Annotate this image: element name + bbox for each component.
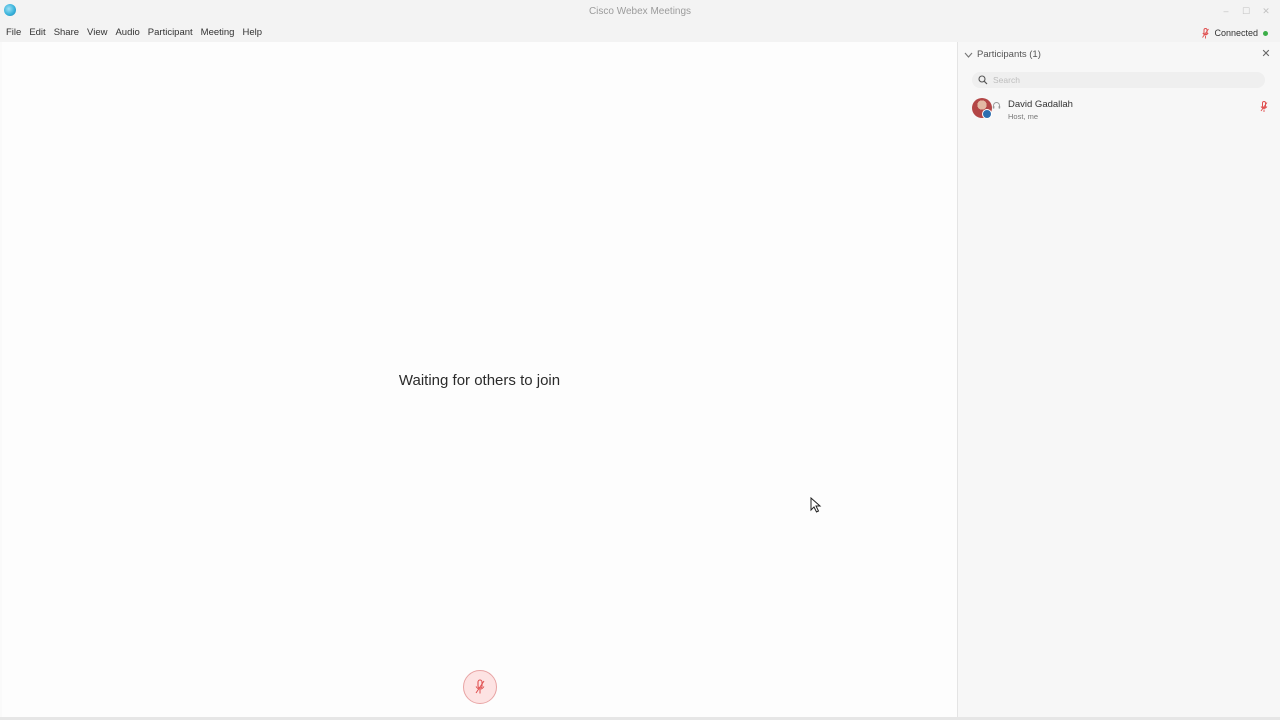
participant-role: Host, me bbox=[1008, 112, 1039, 121]
close-window-button[interactable]: ✕ bbox=[1258, 4, 1274, 18]
menu-file[interactable]: File bbox=[3, 24, 25, 42]
participant-search-box bbox=[972, 72, 1265, 88]
close-panel-button[interactable]: ✕ bbox=[1260, 48, 1272, 60]
microphone-muted-icon[interactable] bbox=[1260, 101, 1268, 113]
participant-search-input[interactable] bbox=[993, 73, 1253, 87]
microphone-muted-icon bbox=[475, 679, 485, 694]
window-controls: – ☐ ✕ bbox=[1218, 4, 1274, 18]
participants-panel-title: Participants (1) bbox=[977, 49, 1041, 60]
mouse-cursor-icon bbox=[810, 497, 822, 513]
participants-panel-header: Participants (1) ✕ bbox=[958, 42, 1280, 68]
title-bar: Cisco Webex Meetings – ☐ ✕ bbox=[0, 0, 1280, 24]
microphone-muted-icon bbox=[1202, 27, 1210, 38]
menu-edit[interactable]: Edit bbox=[25, 24, 49, 42]
menu-participant[interactable]: Participant bbox=[144, 24, 197, 42]
mute-button[interactable] bbox=[463, 670, 497, 704]
maximize-button[interactable]: ☐ bbox=[1238, 4, 1254, 18]
menu-share[interactable]: Share bbox=[50, 24, 83, 42]
menu-audio[interactable]: Audio bbox=[111, 24, 143, 42]
waiting-message: Waiting for others to join bbox=[398, 372, 561, 389]
webex-window: Cisco Webex Meetings – ☐ ✕ File Edit Sha… bbox=[0, 0, 1280, 720]
presenter-badge-icon bbox=[982, 109, 992, 119]
menu-bar: File Edit Share View Audio Participant M… bbox=[0, 24, 1280, 42]
meeting-stage: Waiting for others to join bbox=[2, 42, 957, 718]
connection-status[interactable]: Connected bbox=[1202, 24, 1268, 42]
search-icon bbox=[978, 75, 988, 85]
status-dot-icon bbox=[1263, 30, 1268, 36]
participant-name: David Gadallah bbox=[1008, 99, 1073, 110]
headset-icon bbox=[992, 102, 1001, 109]
minimize-button[interactable]: – bbox=[1218, 4, 1234, 18]
menu-help[interactable]: Help bbox=[238, 24, 266, 42]
chevron-down-icon[interactable] bbox=[964, 51, 973, 59]
participants-panel: Participants (1) ✕ David Gadallah Host, … bbox=[958, 42, 1280, 718]
participant-row[interactable]: David Gadallah Host, me bbox=[958, 95, 1280, 123]
window-title: Cisco Webex Meetings bbox=[588, 6, 692, 17]
menu-meeting[interactable]: Meeting bbox=[197, 24, 239, 42]
menu-view[interactable]: View bbox=[83, 24, 111, 42]
connection-status-label: Connected bbox=[1214, 28, 1258, 38]
menu-items: File Edit Share View Audio Participant M… bbox=[0, 24, 266, 42]
